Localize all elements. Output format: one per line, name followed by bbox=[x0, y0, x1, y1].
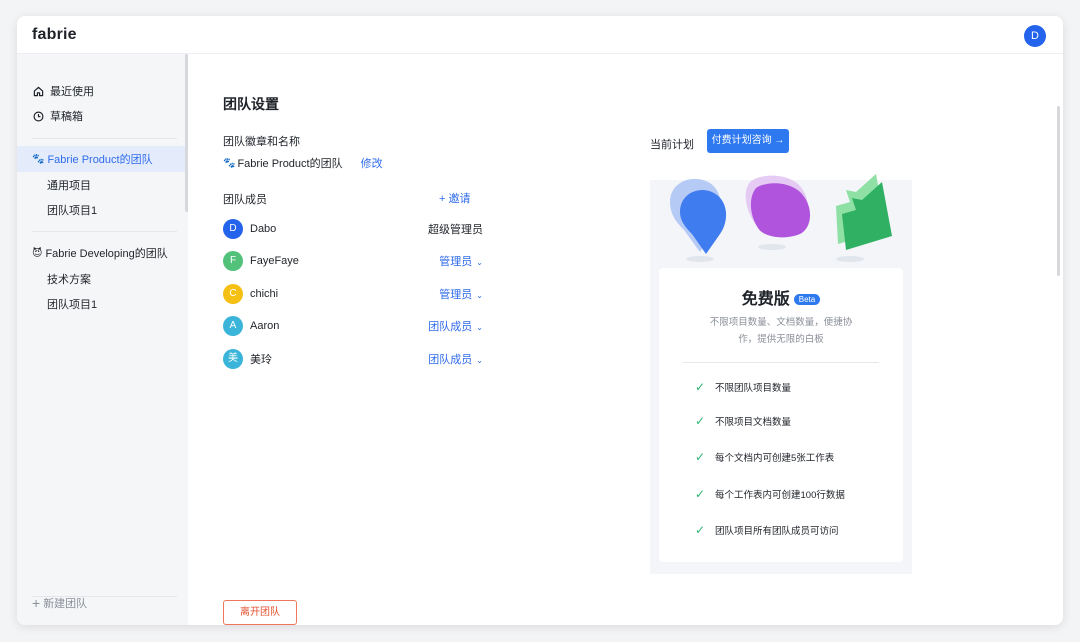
avatar: D bbox=[223, 219, 243, 239]
check-icon: ✓ bbox=[695, 380, 706, 394]
chevron-down-icon: ⌄ bbox=[476, 258, 483, 267]
member-name: chichi bbox=[250, 288, 279, 300]
chevron-down-icon: ⌄ bbox=[476, 291, 483, 300]
sidebar-item-project[interactable]: 技术方案 bbox=[17, 266, 185, 292]
sidebar-team-developing[interactable]: 😈 Fabrie Developing的团队 bbox=[17, 240, 185, 266]
sidebar-item-project[interactable]: 团队项目1 bbox=[17, 197, 185, 223]
sidebar-item-label: 团队项目1 bbox=[47, 205, 98, 217]
team-name: Fabrie Product的团队 bbox=[237, 158, 343, 170]
edit-team-link[interactable]: 修改 bbox=[361, 155, 383, 171]
sidebar-item-label: 通用项目 bbox=[47, 180, 91, 192]
member-name: Aaron bbox=[250, 320, 280, 332]
home-icon bbox=[32, 85, 44, 97]
sidebar-item-project[interactable]: 团队项目1 bbox=[17, 291, 185, 317]
member-row: F FayeFaye 管理员 ⌄ bbox=[223, 250, 483, 272]
member-role-label: 团队成员 bbox=[428, 354, 473, 366]
sidebar-item-project[interactable]: 通用项目 bbox=[17, 172, 185, 198]
member-name: Dabo bbox=[250, 223, 277, 235]
page-title: 团队设置 bbox=[223, 96, 279, 112]
sidebar: 最近使用 草稿箱 🐾 Fabrie Product的团队 通用项目 团队项目1 … bbox=[17, 54, 188, 625]
plan-illustration bbox=[670, 174, 892, 262]
team-name-row: 🐾 Fabrie Product的团队 修改 bbox=[223, 155, 383, 171]
team-emoji-icon: 🐾 bbox=[32, 153, 45, 165]
sidebar-divider bbox=[32, 138, 177, 139]
free-plan-card: 免费版 Beta 不限项目数量、文档数量，便捷协作，提供无限的白板 ✓ 不限团队项… bbox=[659, 268, 903, 562]
member-name: 美玲 bbox=[250, 354, 272, 366]
sidebar-item-drafts[interactable]: 草稿箱 bbox=[17, 103, 185, 129]
role-dropdown[interactable]: 管理员 ⌄ bbox=[439, 286, 483, 302]
role-dropdown[interactable]: 团队成员 ⌄ bbox=[428, 351, 483, 367]
check-icon: ✓ bbox=[695, 487, 706, 501]
sidebar-team-product[interactable]: 🐾 Fabrie Product的团队 bbox=[17, 146, 185, 172]
app-logo[interactable]: fabrie bbox=[32, 26, 77, 44]
avatar: F bbox=[223, 251, 243, 271]
user-avatar[interactable]: D bbox=[1024, 25, 1046, 47]
main-scrollbar[interactable] bbox=[1057, 106, 1060, 276]
sidebar-item-label: Fabrie Product的团队 bbox=[47, 154, 153, 166]
new-team-button[interactable]: + 新建团队 bbox=[32, 595, 87, 611]
plan-feature: ✓ 不限团队项目数量 bbox=[695, 380, 791, 394]
sidebar-item-label: 草稿箱 bbox=[50, 111, 83, 123]
plan-name: 免费版 Beta bbox=[659, 285, 903, 309]
plan-description: 不限项目数量、文档数量，便捷协作，提供无限的白板 bbox=[709, 317, 853, 345]
plus-icon: + bbox=[32, 595, 41, 611]
check-icon: ✓ bbox=[695, 523, 706, 537]
avatar: A bbox=[223, 316, 243, 336]
chevron-down-icon: ⌄ bbox=[476, 323, 483, 332]
member-row: 美 美玲 团队成员 ⌄ bbox=[223, 348, 483, 370]
member-name: FayeFaye bbox=[250, 255, 299, 267]
sidebar-item-label: Fabrie Developing的团队 bbox=[45, 248, 168, 260]
member-row: A Aaron 团队成员 ⌄ bbox=[223, 315, 483, 337]
invite-button[interactable]: + 邀请 bbox=[439, 190, 470, 206]
plan-feature-text: 不限团队项目数量 bbox=[715, 383, 792, 394]
plan-feature-text: 每个工作表内可创建100行数据 bbox=[715, 490, 845, 501]
beta-badge: Beta bbox=[793, 294, 821, 306]
avatar: 美 bbox=[223, 349, 243, 369]
plan-feature: ✓ 团队项目所有团队成员可访问 bbox=[695, 523, 839, 537]
check-icon: ✓ bbox=[695, 414, 706, 428]
members-section-label: 团队成员 bbox=[223, 194, 267, 206]
member-row: C chichi 管理员 ⌄ bbox=[223, 283, 483, 305]
member-role-label: 管理员 bbox=[439, 256, 473, 268]
member-row: D Dabo 超级管理员 bbox=[223, 218, 483, 240]
chevron-down-icon: ⌄ bbox=[476, 356, 483, 365]
plan-feature: ✓ 每个工作表内可创建100行数据 bbox=[695, 487, 845, 501]
plan-feature: ✓ 不限项目文档数量 bbox=[695, 414, 791, 428]
sidebar-item-recent[interactable]: 最近使用 bbox=[17, 78, 185, 104]
sidebar-item-label: 技术方案 bbox=[47, 274, 91, 286]
badge-section-label: 团队徽章和名称 bbox=[223, 136, 300, 148]
plan-feature-text: 团队项目所有团队成员可访问 bbox=[715, 526, 839, 537]
plan-divider bbox=[683, 362, 879, 363]
role-dropdown[interactable]: 管理员 ⌄ bbox=[439, 253, 483, 269]
check-icon: ✓ bbox=[695, 450, 706, 464]
team-emoji-icon: 🐾 bbox=[223, 157, 236, 169]
plan-panel: 免费版 Beta 不限项目数量、文档数量，便捷协作，提供无限的白板 ✓ 不限团队项… bbox=[650, 174, 912, 574]
plan-feature: ✓ 每个文档内可创建5张工作表 bbox=[695, 450, 834, 464]
paid-plan-consult-button[interactable]: 付费计划咨询 → bbox=[707, 129, 789, 153]
leave-team-button[interactable]: 离开团队 bbox=[223, 600, 297, 625]
member-role-label: 团队成员 bbox=[428, 321, 473, 333]
plan-name-text: 免费版 bbox=[741, 291, 790, 308]
sidebar-item-label: 最近使用 bbox=[50, 86, 94, 98]
main-content: 团队设置 团队徽章和名称 🐾 Fabrie Product的团队 修改 团队成员… bbox=[188, 54, 1063, 625]
role-dropdown[interactable]: 团队成员 ⌄ bbox=[428, 318, 483, 334]
sidebar-divider bbox=[32, 231, 177, 232]
top-bar: fabrie D bbox=[17, 16, 1063, 54]
app-window: fabrie D 最近使用 草稿箱 🐾 Fabrie Product的团队 通用… bbox=[17, 16, 1063, 625]
avatar: C bbox=[223, 284, 243, 304]
clock-icon bbox=[32, 110, 44, 122]
current-plan-label: 当前计划 bbox=[650, 139, 694, 151]
member-role-label: 超级管理员 bbox=[428, 224, 483, 236]
member-role: 超级管理员 bbox=[428, 221, 483, 237]
member-role-label: 管理员 bbox=[439, 289, 473, 301]
plan-feature-text: 不限项目文档数量 bbox=[715, 417, 792, 428]
sidebar-item-label: 团队项目1 bbox=[47, 299, 98, 311]
team-emoji-icon: 😈 bbox=[32, 247, 43, 259]
new-team-label: 新建团队 bbox=[43, 598, 88, 610]
plan-feature-text: 每个文档内可创建5张工作表 bbox=[715, 453, 835, 464]
